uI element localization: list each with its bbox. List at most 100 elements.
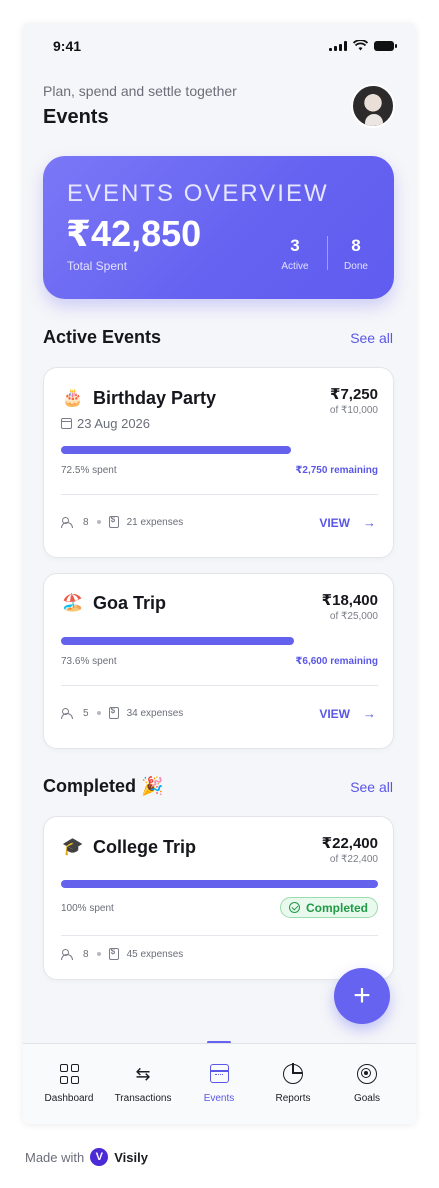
arrow-right-icon: → bbox=[363, 706, 376, 721]
cake-icon: 🎂 bbox=[62, 388, 84, 407]
nav-label: Reports bbox=[275, 1093, 311, 1104]
event-amount: ₹22,400 bbox=[321, 835, 378, 852]
nav-goals[interactable]: Goals bbox=[328, 1044, 406, 1124]
event-card-goa-trip[interactable]: 🏖️ Goa Trip ₹18,400 of ₹25,000 73.6% spe… bbox=[43, 573, 394, 749]
event-name: College Trip bbox=[93, 837, 197, 857]
progress-bar bbox=[61, 880, 378, 888]
done-stat: 8 Done bbox=[333, 236, 379, 272]
active-stat: 3 Active bbox=[272, 236, 318, 272]
receipt-icon bbox=[108, 947, 119, 960]
progress-fill bbox=[61, 637, 295, 645]
card-divider bbox=[61, 935, 378, 936]
receipt-icon bbox=[108, 706, 119, 719]
completed-badge-label: Completed bbox=[305, 900, 368, 915]
separator-dot bbox=[96, 711, 101, 715]
event-card-birthday-party[interactable]: 🎂 Birthday Party ₹7,250 of ₹10,000 23 Au… bbox=[43, 367, 394, 558]
active-label: Active bbox=[281, 261, 309, 272]
made-with-footer[interactable]: Made with V Visily bbox=[25, 1148, 148, 1166]
members-count: 8 bbox=[83, 948, 89, 960]
progress-fill bbox=[61, 446, 291, 454]
progress-fill bbox=[61, 880, 378, 888]
calendar-icon bbox=[61, 418, 72, 429]
nav-label: Goals bbox=[353, 1093, 381, 1104]
completed-see-all-link[interactable]: See all bbox=[350, 779, 393, 795]
visily-brand-name: Visily bbox=[114, 1149, 148, 1165]
made-with-text: Made with bbox=[25, 1149, 85, 1165]
view-button[interactable]: VIEW → bbox=[319, 706, 376, 721]
event-amount: ₹7,250 bbox=[330, 386, 378, 403]
nav-dashboard[interactable]: Dashboard bbox=[30, 1044, 108, 1124]
event-date: 23 Aug 2026 bbox=[61, 416, 150, 431]
spent-percent: 72.5% spent bbox=[61, 465, 117, 476]
completed-heading: Completed 🎉 bbox=[43, 776, 164, 796]
pie-chart-icon bbox=[283, 1063, 303, 1084]
wifi-icon bbox=[353, 40, 368, 51]
nav-reports[interactable]: Reports bbox=[254, 1044, 332, 1124]
visily-logo-icon: V bbox=[90, 1148, 109, 1166]
signal-icon bbox=[329, 40, 347, 51]
check-circle-icon bbox=[288, 902, 300, 913]
page-subtitle: Plan, spend and settle together bbox=[43, 83, 237, 99]
remaining-amount: ₹6,600 remaining bbox=[295, 656, 378, 667]
view-button[interactable]: VIEW → bbox=[319, 515, 376, 530]
members-icon bbox=[61, 516, 75, 528]
receipt-icon bbox=[108, 515, 119, 528]
members-icon bbox=[61, 948, 75, 960]
separator-dot bbox=[96, 952, 101, 956]
event-budget: of ₹25,000 bbox=[329, 611, 378, 622]
phone-screen: 9:41 Plan, spend and settle together Eve… bbox=[23, 23, 416, 1124]
members-icon bbox=[61, 707, 75, 719]
event-amount: ₹18,400 bbox=[321, 592, 378, 609]
nav-label: Events bbox=[203, 1093, 235, 1104]
progress-bar bbox=[61, 446, 378, 454]
event-meta: 8 45 expenses bbox=[61, 947, 184, 960]
active-see-all-link[interactable]: See all bbox=[350, 330, 393, 346]
battery-icon bbox=[374, 40, 397, 51]
event-name: Birthday Party bbox=[93, 388, 217, 408]
event-budget: of ₹22,400 bbox=[329, 854, 378, 865]
total-spent-label: Total Spent bbox=[67, 259, 128, 273]
calendar-icon bbox=[210, 1064, 229, 1083]
bottom-navigation: Dashboard ⇆ Transactions Events Reports … bbox=[23, 1043, 416, 1124]
card-divider bbox=[61, 685, 378, 686]
event-date-text: 23 Aug 2026 bbox=[77, 416, 151, 431]
members-count: 5 bbox=[83, 707, 89, 719]
active-events-heading: Active Events bbox=[43, 327, 162, 347]
spent-percent: 100% spent bbox=[61, 903, 114, 914]
view-label: VIEW bbox=[319, 515, 350, 530]
nav-events[interactable]: Events bbox=[180, 1044, 258, 1124]
expenses-count: 34 expenses bbox=[126, 707, 184, 719]
arrow-right-icon: → bbox=[363, 515, 376, 530]
remaining-amount: ₹2,750 remaining bbox=[295, 465, 378, 476]
overview-title: EVENTS OVERVIEW bbox=[67, 180, 329, 207]
add-event-button[interactable]: + bbox=[334, 968, 390, 1024]
target-icon bbox=[357, 1064, 377, 1084]
members-count: 8 bbox=[83, 516, 89, 528]
done-count: 8 bbox=[351, 236, 361, 255]
event-budget: of ₹10,000 bbox=[329, 405, 378, 416]
nav-label: Transactions bbox=[114, 1093, 172, 1104]
graduation-cap-icon: 🎓 bbox=[62, 837, 84, 856]
card-divider bbox=[61, 494, 378, 495]
nav-label: Dashboard bbox=[44, 1093, 94, 1104]
expenses-count: 45 expenses bbox=[126, 948, 184, 960]
completed-badge: Completed bbox=[279, 897, 378, 918]
done-label: Done bbox=[344, 261, 368, 272]
event-meta: 8 21 expenses bbox=[61, 515, 183, 528]
event-meta: 5 34 expenses bbox=[61, 706, 184, 719]
progress-bar bbox=[61, 637, 378, 645]
status-bar: 9:41 bbox=[23, 23, 416, 69]
avatar[interactable] bbox=[351, 84, 395, 128]
nav-transactions[interactable]: ⇆ Transactions bbox=[104, 1044, 182, 1124]
events-overview-card: EVENTS OVERVIEW ₹42,850 Total Spent 3 Ac… bbox=[43, 156, 394, 299]
active-count: 3 bbox=[290, 236, 300, 255]
total-spent-amount: ₹42,850 bbox=[66, 213, 202, 254]
spent-percent: 73.6% spent bbox=[61, 656, 117, 667]
separator-dot bbox=[96, 520, 101, 524]
stat-divider bbox=[327, 236, 328, 270]
view-label: VIEW bbox=[319, 706, 350, 721]
beach-icon: 🏖️ bbox=[62, 593, 84, 612]
dashboard-icon bbox=[59, 1064, 79, 1084]
status-time: 9:41 bbox=[53, 38, 82, 54]
event-card-college-trip[interactable]: 🎓 College Trip ₹22,400 of ₹22,400 100% s… bbox=[43, 816, 394, 980]
